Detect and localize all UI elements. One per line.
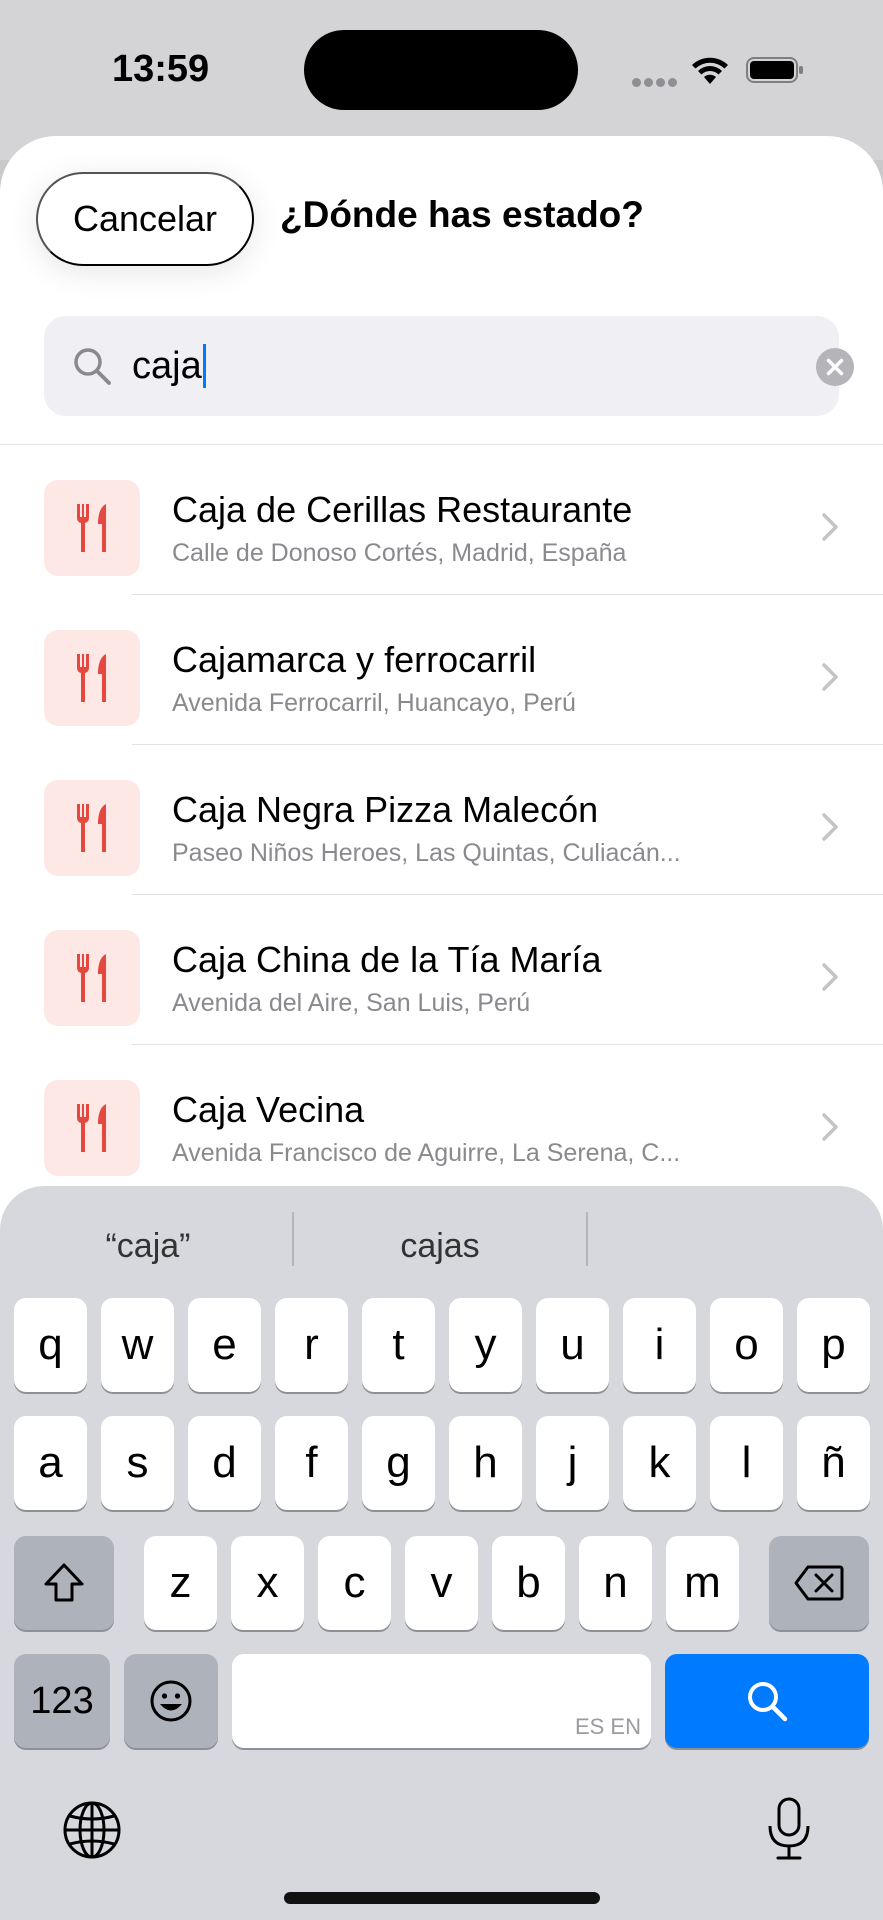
key-w[interactable]: w <box>101 1298 174 1392</box>
key-v[interactable]: v <box>405 1536 478 1630</box>
result-row[interactable]: Cajamarca y ferrocarril Avenida Ferrocar… <box>0 595 883 745</box>
restaurant-tile <box>44 930 140 1026</box>
key-k[interactable]: k <box>623 1416 696 1510</box>
search-key[interactable] <box>665 1654 869 1748</box>
suggestion-divider <box>292 1212 294 1266</box>
key-p[interactable]: p <box>797 1298 870 1392</box>
results-list: Caja de Cerillas Restaurante Calle de Do… <box>0 445 883 1195</box>
key-f[interactable]: f <box>275 1416 348 1510</box>
key-h[interactable]: h <box>449 1416 522 1510</box>
key-x[interactable]: x <box>231 1536 304 1630</box>
cancel-button[interactable]: Cancelar <box>36 172 254 266</box>
restaurant-tile <box>44 1080 140 1176</box>
key-o[interactable]: o <box>710 1298 783 1392</box>
globe-icon[interactable] <box>62 1800 122 1860</box>
chevron-right-icon <box>822 663 838 691</box>
key-n[interactable]: n <box>579 1536 652 1630</box>
result-name: Caja Negra Pizza Malecón <box>172 789 599 830</box>
result-address: Avenida del Aire, San Luis, Perú <box>172 989 531 1017</box>
result-row[interactable]: Caja China de la Tía María Avenida del A… <box>0 895 883 1045</box>
restaurant-tile <box>44 480 140 576</box>
emoji-icon <box>150 1680 192 1722</box>
search-input-value: caja <box>132 345 202 387</box>
microphone-icon[interactable] <box>764 1796 814 1862</box>
key-r[interactable]: r <box>275 1298 348 1392</box>
key-t[interactable]: t <box>362 1298 435 1392</box>
key-l[interactable]: l <box>710 1416 783 1510</box>
shift-key[interactable] <box>14 1536 114 1630</box>
keyboard: “caja” cajas q w e r t y u i o p a s d f… <box>0 1186 883 1920</box>
status-bar: 13:59 <box>0 0 883 140</box>
key-s[interactable]: s <box>101 1416 174 1510</box>
key-a[interactable]: a <box>14 1416 87 1510</box>
key-i[interactable]: i <box>623 1298 696 1392</box>
suggestion-1[interactable]: “caja” <box>30 1216 266 1276</box>
suggestion-2[interactable]: cajas <box>322 1216 558 1276</box>
search-icon <box>748 1682 788 1722</box>
suggestion-3[interactable] <box>616 1216 852 1276</box>
key-c[interactable]: c <box>318 1536 391 1630</box>
key-u[interactable]: u <box>536 1298 609 1392</box>
result-row[interactable]: Caja Negra Pizza Malecón Paseo Niños Her… <box>0 745 883 895</box>
fork-knife-icon <box>76 654 106 702</box>
result-name: Caja China de la Tía María <box>172 939 602 980</box>
text-caret <box>202 344 206 388</box>
key-g[interactable]: g <box>362 1416 435 1510</box>
fork-knife-icon <box>76 504 106 552</box>
delete-key[interactable] <box>769 1536 869 1630</box>
result-address: Avenida Francisco de Aguirre, La Serena,… <box>172 1139 681 1167</box>
result-row[interactable]: Caja de Cerillas Restaurante Calle de Do… <box>0 445 883 595</box>
space-bar[interactable]: ES EN <box>232 1654 651 1748</box>
chevron-right-icon <box>822 513 838 541</box>
numbers-key[interactable]: 123 <box>14 1654 110 1748</box>
shift-icon <box>44 1563 84 1602</box>
key-z[interactable]: z <box>144 1536 217 1630</box>
search-field[interactable]: caja <box>44 316 854 416</box>
result-address: Paseo Niños Heroes, Las Quintas, Culiacá… <box>172 839 681 867</box>
language-hint: ES EN <box>574 1714 641 1739</box>
result-name: Caja Vecina <box>172 1089 365 1130</box>
chevron-right-icon <box>822 963 838 991</box>
result-address: Avenida Ferrocarril, Huancayo, Perú <box>172 689 576 717</box>
result-name: Cajamarca y ferrocarril <box>172 639 537 680</box>
status-time: 13:59 <box>112 48 210 90</box>
emoji-key[interactable] <box>124 1654 218 1748</box>
battery-icon <box>746 57 803 83</box>
chevron-right-icon <box>822 813 838 841</box>
result-address: Calle de Donoso Cortés, Madrid, España <box>172 539 627 567</box>
key-b[interactable]: b <box>492 1536 565 1630</box>
delete-icon <box>794 1565 844 1601</box>
home-indicator[interactable] <box>284 1892 600 1904</box>
result-name: Caja de Cerillas Restaurante <box>172 489 633 530</box>
sheet-title: ¿Dónde has estado? <box>280 194 644 235</box>
key-n-tilde[interactable]: ñ <box>797 1416 870 1510</box>
search-icon <box>74 348 111 385</box>
fork-knife-icon <box>76 1104 106 1152</box>
restaurant-tile <box>44 780 140 876</box>
fork-knife-icon <box>76 804 106 852</box>
wifi-icon <box>692 57 728 84</box>
fork-knife-icon <box>76 954 106 1002</box>
chevron-right-icon <box>822 1113 838 1141</box>
clear-text-icon[interactable] <box>816 348 854 386</box>
dynamic-island <box>304 30 578 110</box>
search-input[interactable]: caja <box>132 340 732 392</box>
key-y[interactable]: y <box>449 1298 522 1392</box>
restaurant-tile <box>44 630 140 726</box>
key-m[interactable]: m <box>666 1536 739 1630</box>
key-d[interactable]: d <box>188 1416 261 1510</box>
suggestion-divider <box>586 1212 588 1266</box>
result-row[interactable]: Caja Vecina Avenida Francisco de Aguirre… <box>0 1045 883 1195</box>
key-q[interactable]: q <box>14 1298 87 1392</box>
cellular-signal-icon <box>632 78 677 88</box>
key-e[interactable]: e <box>188 1298 261 1392</box>
key-j[interactable]: j <box>536 1416 609 1510</box>
